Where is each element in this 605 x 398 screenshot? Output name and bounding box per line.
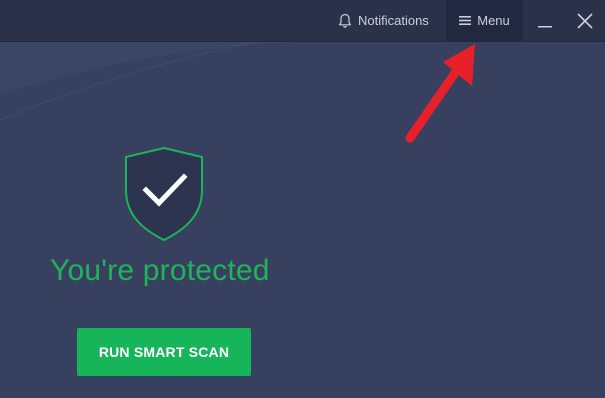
minimize-icon xyxy=(538,14,552,28)
minimize-button[interactable] xyxy=(535,0,555,41)
protection-status-text: You're protected xyxy=(50,254,270,287)
app-window: Notifications Menu You're protected RUN … xyxy=(0,0,605,398)
close-icon xyxy=(577,12,593,29)
red-arrow-icon xyxy=(405,44,475,143)
hamburger-icon xyxy=(459,15,472,26)
close-button[interactable] xyxy=(574,0,596,41)
menu-label: Menu xyxy=(477,13,510,28)
shield-check-icon xyxy=(125,146,203,242)
menu-button[interactable]: Menu xyxy=(446,0,523,41)
bell-icon xyxy=(338,13,352,29)
run-smart-scan-button[interactable]: RUN SMART SCAN xyxy=(77,328,251,376)
notifications-label: Notifications xyxy=(358,13,429,28)
notifications-button[interactable]: Notifications xyxy=(338,0,429,41)
